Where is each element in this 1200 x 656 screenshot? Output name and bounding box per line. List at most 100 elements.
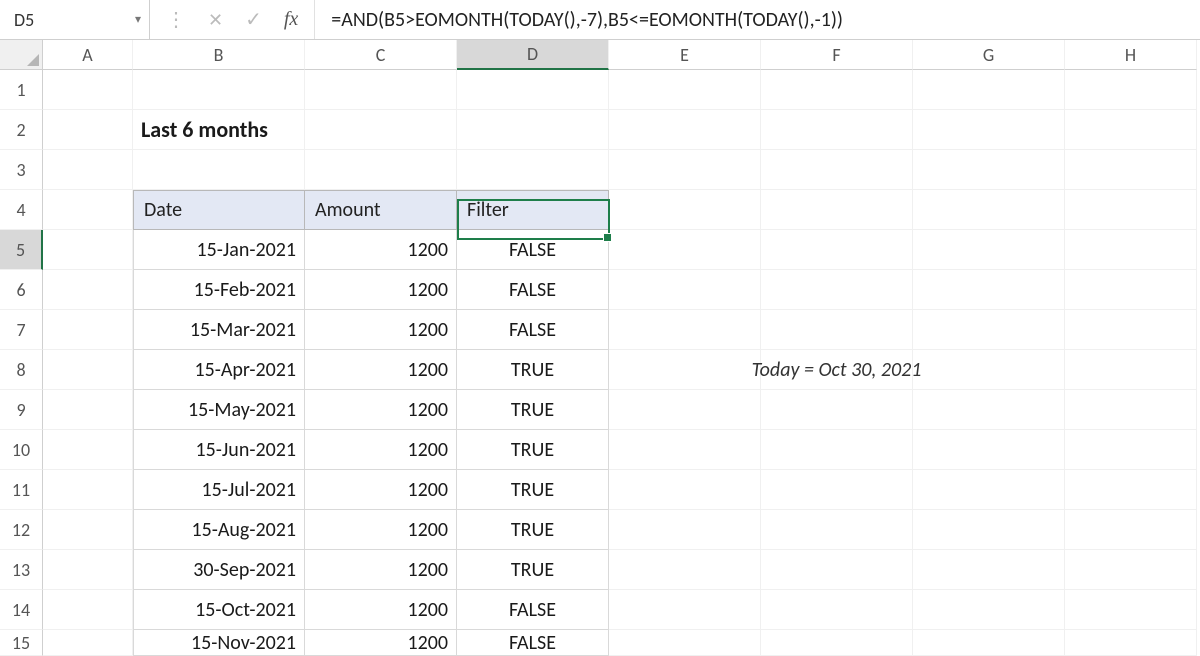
cell-A1[interactable]	[43, 70, 133, 110]
cell-H4[interactable]	[1065, 190, 1197, 230]
row-header-14[interactable]: 14	[0, 590, 43, 630]
cell-C6[interactable]: 1200	[305, 270, 457, 310]
cell-D2[interactable]	[457, 110, 609, 150]
cell-D13[interactable]: TRUE	[457, 550, 609, 590]
col-header-D[interactable]: D	[457, 40, 609, 70]
cell-G8[interactable]	[913, 350, 1065, 390]
cell-G9[interactable]	[913, 390, 1065, 430]
cell-G5[interactable]	[913, 230, 1065, 270]
cell-E15[interactable]	[609, 630, 761, 656]
cell-E14[interactable]	[609, 590, 761, 630]
cell-F12[interactable]	[761, 510, 913, 550]
cell-D11[interactable]: TRUE	[457, 470, 609, 510]
cell-G2[interactable]	[913, 110, 1065, 150]
cell-G7[interactable]	[913, 310, 1065, 350]
cell-A9[interactable]	[43, 390, 133, 430]
name-box[interactable]: D5 ▾	[0, 0, 150, 39]
cell-C12[interactable]: 1200	[305, 510, 457, 550]
cell-G15[interactable]	[913, 630, 1065, 656]
cell-E3[interactable]	[609, 150, 761, 190]
row-header-9[interactable]: 9	[0, 390, 43, 430]
cell-A13[interactable]	[43, 550, 133, 590]
col-header-G[interactable]: G	[913, 40, 1065, 70]
col-header-H[interactable]: H	[1065, 40, 1197, 70]
cell-E8[interactable]	[609, 350, 761, 390]
cell-G1[interactable]	[913, 70, 1065, 110]
cell-C11[interactable]: 1200	[305, 470, 457, 510]
cell-G3[interactable]	[913, 150, 1065, 190]
cell-C3[interactable]	[305, 150, 457, 190]
cell-D9[interactable]: TRUE	[457, 390, 609, 430]
cell-A11[interactable]	[43, 470, 133, 510]
cell-G13[interactable]	[913, 550, 1065, 590]
cell-B12[interactable]: 15-Aug-2021	[133, 510, 305, 550]
cell-H7[interactable]	[1065, 310, 1197, 350]
cell-D7[interactable]: FALSE	[457, 310, 609, 350]
cell-B13[interactable]: 30-Sep-2021	[133, 550, 305, 590]
cell-E12[interactable]	[609, 510, 761, 550]
cell-F15[interactable]	[761, 630, 913, 656]
note-cell[interactable]: Today = Oct 30, 2021	[761, 350, 913, 390]
cell-H13[interactable]	[1065, 550, 1197, 590]
cell-H9[interactable]	[1065, 390, 1197, 430]
cell-G10[interactable]	[913, 430, 1065, 470]
grid-body[interactable]: Last 6 months D	[43, 70, 1200, 656]
cell-A4[interactable]	[43, 190, 133, 230]
cell-H11[interactable]	[1065, 470, 1197, 510]
cell-D15[interactable]: FALSE	[457, 630, 609, 656]
cell-D3[interactable]	[457, 150, 609, 190]
cell-D1[interactable]	[457, 70, 609, 110]
title-cell[interactable]: Last 6 months	[133, 110, 305, 150]
col-header-B[interactable]: B	[133, 40, 305, 70]
cell-H12[interactable]	[1065, 510, 1197, 550]
cell-A15[interactable]	[43, 630, 133, 656]
header-amount[interactable]: Amount	[305, 190, 457, 230]
cell-H10[interactable]	[1065, 430, 1197, 470]
col-header-F[interactable]: F	[761, 40, 913, 70]
cell-E6[interactable]	[609, 270, 761, 310]
enter-icon[interactable]: ✓	[245, 7, 262, 32]
cell-C5[interactable]: 1200	[305, 230, 457, 270]
cell-E7[interactable]	[609, 310, 761, 350]
cell-A6[interactable]	[43, 270, 133, 310]
row-header-1[interactable]: 1	[0, 70, 43, 110]
cell-A10[interactable]	[43, 430, 133, 470]
row-header-10[interactable]: 10	[0, 430, 43, 470]
cell-B14[interactable]: 15-Oct-2021	[133, 590, 305, 630]
cell-F6[interactable]	[761, 270, 913, 310]
cell-D5[interactable]: FALSE	[457, 230, 609, 270]
cell-F13[interactable]	[761, 550, 913, 590]
cell-F4[interactable]	[761, 190, 913, 230]
cell-D14[interactable]: FALSE	[457, 590, 609, 630]
cell-G11[interactable]	[913, 470, 1065, 510]
cell-F1[interactable]	[761, 70, 913, 110]
cell-D8[interactable]: TRUE	[457, 350, 609, 390]
cell-F10[interactable]	[761, 430, 913, 470]
cell-H2[interactable]	[1065, 110, 1197, 150]
row-header-11[interactable]: 11	[0, 470, 43, 510]
cell-A7[interactable]	[43, 310, 133, 350]
cell-E2[interactable]	[609, 110, 761, 150]
cell-C10[interactable]: 1200	[305, 430, 457, 470]
chevron-down-icon[interactable]: ▾	[135, 12, 141, 27]
col-header-A[interactable]: A	[43, 40, 133, 70]
cell-A2[interactable]	[43, 110, 133, 150]
fx-icon[interactable]: fx	[284, 8, 298, 31]
cell-E4[interactable]	[609, 190, 761, 230]
cell-A3[interactable]	[43, 150, 133, 190]
cell-E11[interactable]	[609, 470, 761, 510]
cell-B10[interactable]: 15-Jun-2021	[133, 430, 305, 470]
cell-F9[interactable]	[761, 390, 913, 430]
cell-C7[interactable]: 1200	[305, 310, 457, 350]
cell-F2[interactable]	[761, 110, 913, 150]
cell-F11[interactable]	[761, 470, 913, 510]
cell-D6[interactable]: FALSE	[457, 270, 609, 310]
cell-B3[interactable]	[133, 150, 305, 190]
cell-H8[interactable]	[1065, 350, 1197, 390]
cell-B15[interactable]: 15-Nov-2021	[133, 630, 305, 656]
row-header-5[interactable]: 5	[0, 230, 43, 270]
cell-G6[interactable]	[913, 270, 1065, 310]
cell-E10[interactable]	[609, 430, 761, 470]
cell-F7[interactable]	[761, 310, 913, 350]
cell-E9[interactable]	[609, 390, 761, 430]
